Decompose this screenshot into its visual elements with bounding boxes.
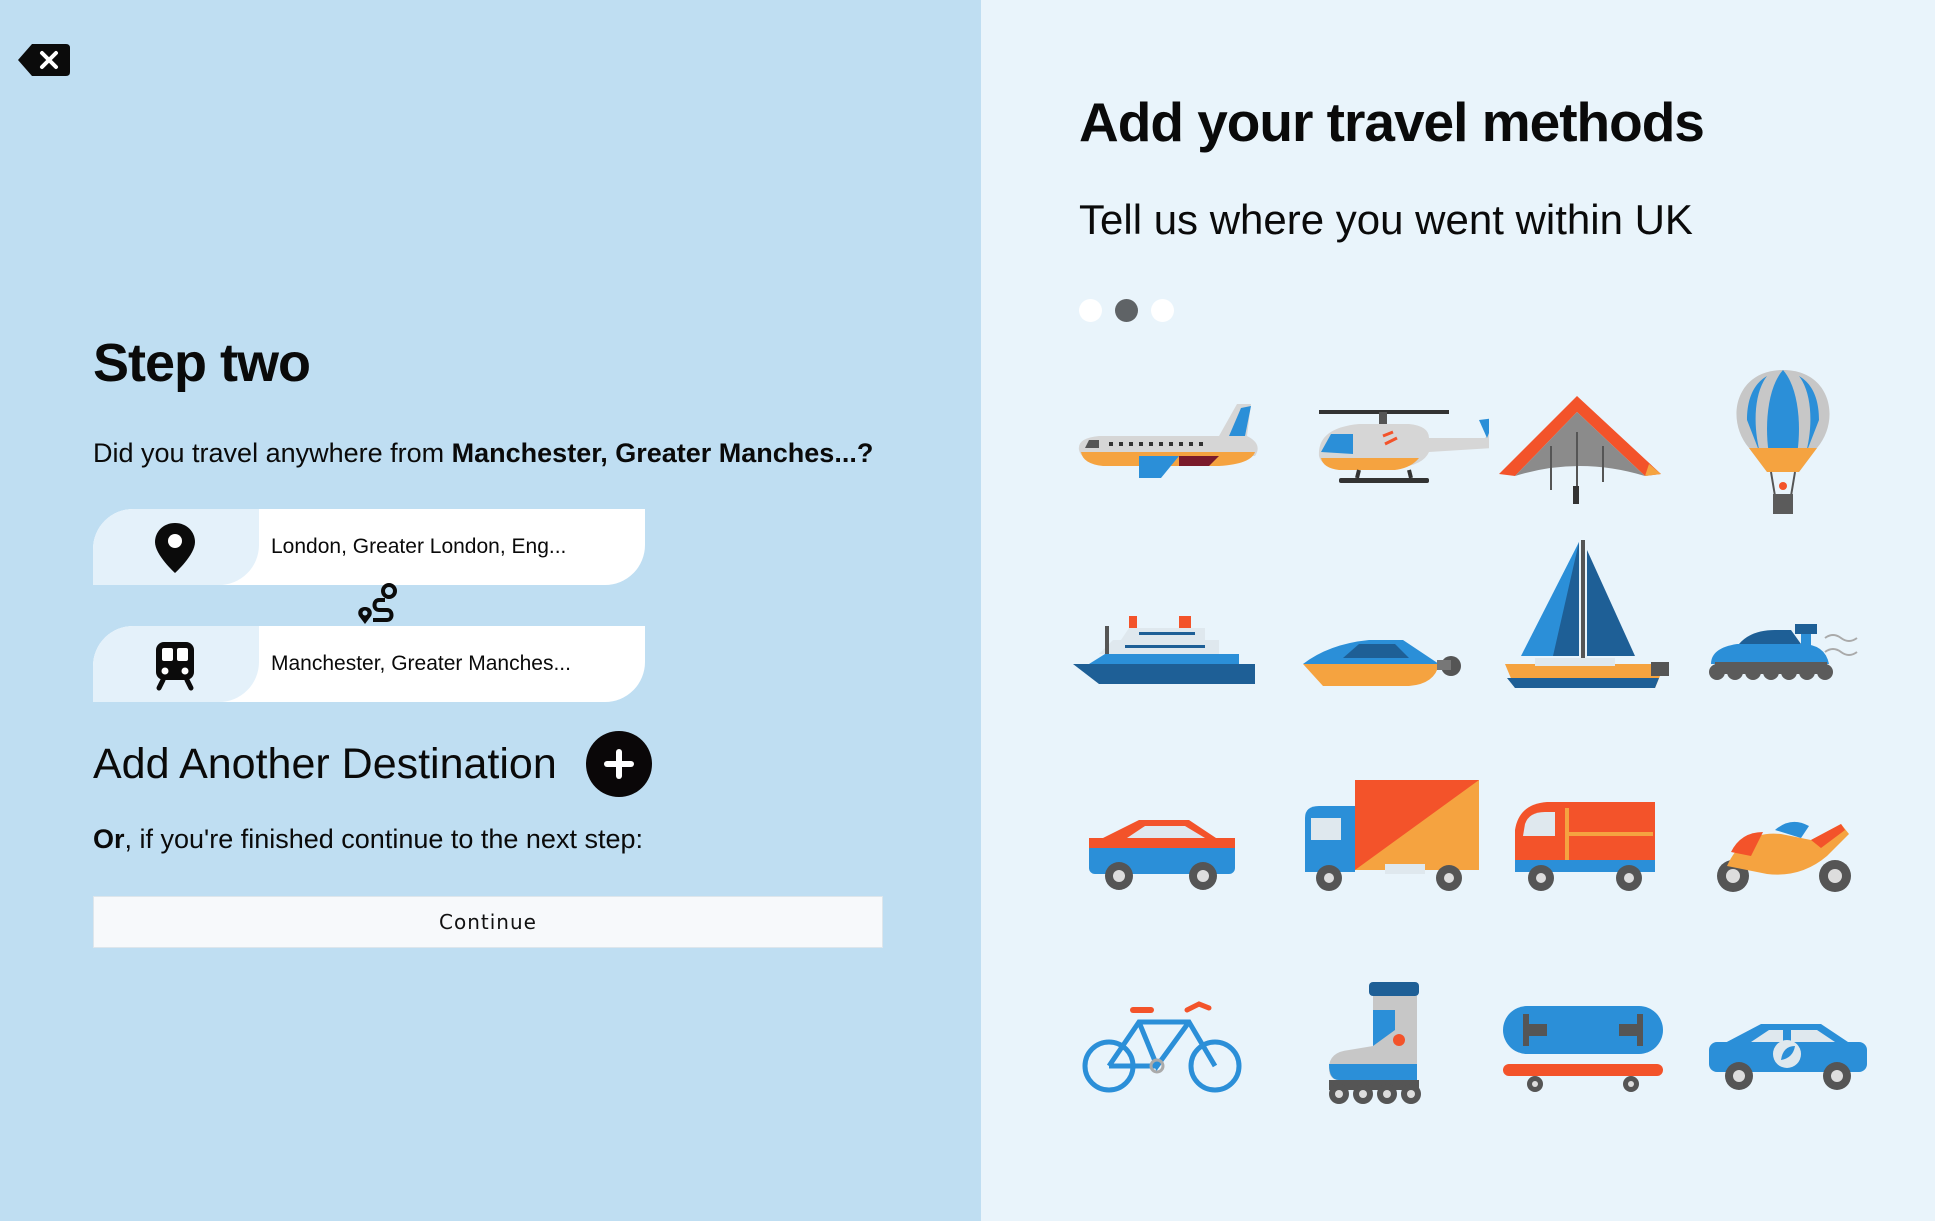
- right-panel: Add your travel methods Tell us where yo…: [981, 0, 1935, 1221]
- sailboat-icon[interactable]: [1495, 540, 1685, 700]
- hot-air-balloon-icon[interactable]: [1691, 360, 1881, 520]
- cruise-ship-icon[interactable]: [1069, 540, 1259, 700]
- pagination-dot-1[interactable]: [1079, 299, 1102, 322]
- hang-glider-icon[interactable]: [1495, 360, 1685, 520]
- question-place: Manchester, Greater Manches...: [451, 438, 857, 468]
- finished-bold: Or: [93, 824, 125, 854]
- destination-label: Manchester, Greater Manches...: [271, 652, 571, 675]
- methods-title: Add your travel methods: [1079, 91, 1705, 153]
- back-delete-icon[interactable]: [18, 44, 70, 76]
- skateboard-icon[interactable]: [1495, 960, 1685, 1120]
- destination-item-london[interactable]: London, Greater London, Eng...: [93, 509, 645, 585]
- add-destination-label: Add Another Destination: [93, 739, 557, 788]
- truck-icon[interactable]: [1299, 760, 1489, 920]
- destination-icon-box: [93, 626, 259, 702]
- pagination-dot-2[interactable]: [1115, 299, 1138, 322]
- left-panel: Step two Did you travel anywhere from Ma…: [0, 0, 981, 1221]
- train-icon: [156, 642, 194, 691]
- add-destination-button[interactable]: Add Another Destination: [93, 729, 652, 799]
- van-icon[interactable]: [1495, 760, 1685, 920]
- car-icon[interactable]: [1069, 760, 1259, 920]
- question-prefix: Did you travel anywhere from: [93, 438, 452, 468]
- destination-label: London, Greater London, Eng...: [271, 535, 567, 558]
- methods-subtitle: Tell us where you went within UK: [1079, 196, 1693, 243]
- route-icon: [353, 583, 399, 625]
- question-suffix: ?: [856, 438, 874, 468]
- finished-text: Or, if you're finished continue to the n…: [93, 824, 643, 855]
- helicopter-icon[interactable]: [1299, 360, 1499, 520]
- plus-icon[interactable]: [585, 731, 652, 797]
- electric-car-icon[interactable]: [1691, 960, 1881, 1120]
- motorbike-icon[interactable]: [1691, 760, 1881, 920]
- location-pin-icon: [155, 523, 195, 573]
- finished-rest: , if you're finished continue to the nex…: [124, 824, 643, 854]
- bicycle-icon[interactable]: [1069, 960, 1259, 1120]
- pagination-dots: [1079, 299, 1174, 322]
- speedboat-icon[interactable]: [1299, 540, 1489, 700]
- destination-item-manchester[interactable]: Manchester, Greater Manches...: [93, 626, 645, 702]
- airplane-icon[interactable]: [1069, 360, 1259, 520]
- hovercraft-icon[interactable]: [1691, 540, 1881, 700]
- step-title: Step two: [93, 333, 311, 393]
- destination-icon-box: [93, 509, 259, 585]
- pagination-dot-3[interactable]: [1151, 299, 1174, 322]
- rollerblade-icon[interactable]: [1299, 960, 1489, 1120]
- question-text: Did you travel anywhere from Manchester,…: [93, 438, 873, 469]
- continue-button[interactable]: Continue: [93, 896, 883, 948]
